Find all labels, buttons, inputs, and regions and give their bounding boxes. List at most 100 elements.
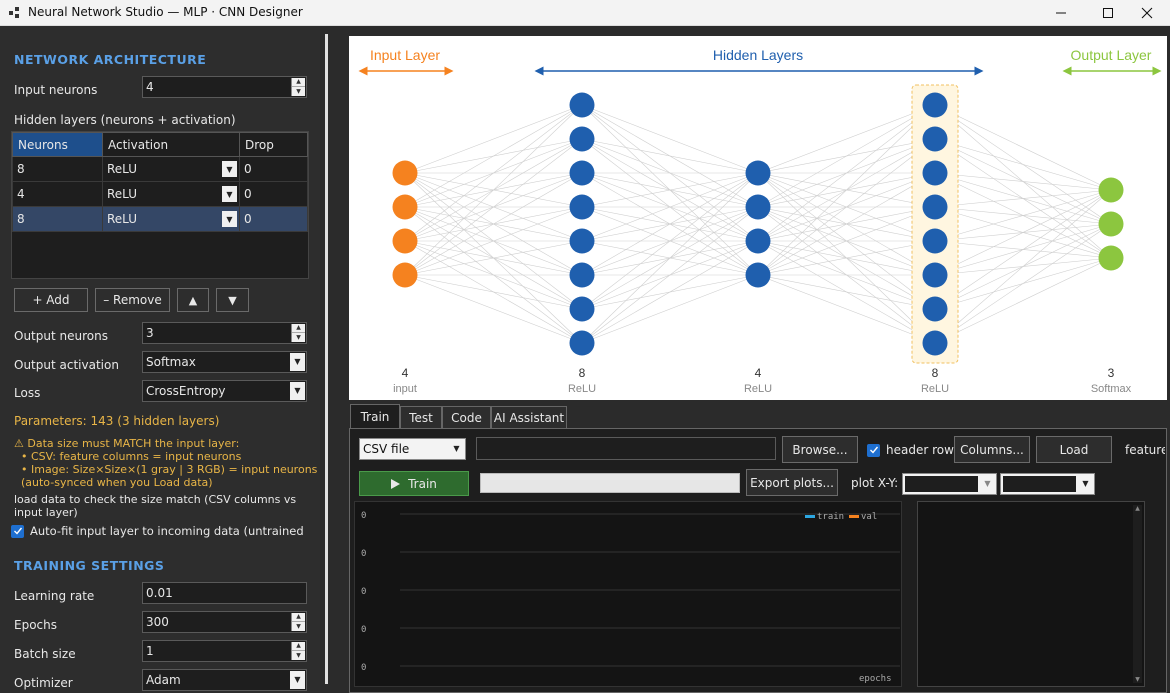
connection-line <box>934 257 1112 344</box>
y-tick-label: 0 <box>361 549 366 559</box>
train-button-label: Train <box>408 476 437 491</box>
neurons-column-header[interactable]: Neurons <box>12 132 103 157</box>
hidden-neuron <box>569 160 595 186</box>
output-activation-select[interactable]: Softmax ▼ <box>142 351 307 373</box>
chevron-down-icon[interactable]: ▼ <box>290 353 305 371</box>
hidden-layers-grid[interactable]: Neurons Activation Drop 8 ReLU ▼ 0 4 ReLU… <box>11 131 309 279</box>
input-neurons-spin[interactable]: ▲ ▼ <box>291 78 305 96</box>
batch-size-spin[interactable]: ▲ ▼ <box>291 642 305 660</box>
activation-column-header[interactable]: Activation <box>102 132 240 157</box>
chevron-down-icon[interactable]: ▼ <box>222 211 237 227</box>
neurons-cell[interactable]: 8 <box>12 156 103 182</box>
drop-column-header[interactable]: Drop <box>239 132 308 157</box>
columns-button[interactable]: Columns... <box>954 436 1030 463</box>
neurons-cell[interactable]: 4 <box>12 181 103 207</box>
autofit-checkbox[interactable] <box>11 524 24 538</box>
browse-button[interactable]: Browse... <box>782 436 858 463</box>
optimizer-select[interactable]: Adam ▼ <box>142 669 307 691</box>
input-layer-header: Input Layer <box>370 47 440 63</box>
table-row[interactable]: 8 ReLU ▼ 0 <box>12 206 308 232</box>
xy-plot-scrollbar[interactable]: ▲ ▼ <box>1133 505 1142 683</box>
connection-line <box>404 104 583 174</box>
hidden-neuron <box>922 262 948 288</box>
output-neurons-stepper[interactable]: 3 ▲ ▼ <box>142 322 307 344</box>
connection-line <box>934 172 1112 191</box>
learning-rate-input[interactable]: 0.01 <box>142 582 307 604</box>
chevron-down-icon[interactable]: ▼ <box>449 440 464 458</box>
export-plots-button[interactable]: Export plots... <box>746 469 838 496</box>
hidden-neuron <box>745 228 771 254</box>
chevron-down-icon[interactable]: ▼ <box>222 161 237 177</box>
connection-line <box>934 189 1112 242</box>
tab-ai-assistant[interactable]: AI Assistant <box>491 406 567 428</box>
add-layer-button[interactable]: + Add <box>14 288 88 312</box>
connection-line <box>581 172 759 344</box>
drop-cell[interactable]: 0 <box>239 156 308 182</box>
tab-test[interactable]: Test <box>400 406 442 428</box>
activation-cell[interactable]: ReLU ▼ <box>102 181 240 207</box>
connection-line <box>757 104 936 174</box>
hidden-neuron <box>922 330 948 356</box>
input-neurons-stepper[interactable]: 4 ▲ ▼ <box>142 76 307 98</box>
input-neurons-label: Input neurons <box>14 83 98 97</box>
tab-train[interactable]: Train <box>350 404 400 428</box>
header-row-checkbox[interactable] <box>867 443 880 457</box>
layer-count-label: 4 <box>402 366 409 380</box>
data-path-input[interactable] <box>476 437 776 460</box>
chevron-down-icon[interactable]: ▼ <box>1078 475 1093 493</box>
epochs-stepper[interactable]: 300 ▲ ▼ <box>142 611 307 633</box>
remove-layer-button[interactable]: – Remove <box>95 288 170 312</box>
scroll-up-icon[interactable]: ▲ <box>1133 505 1142 512</box>
close-button[interactable] <box>1124 0 1170 26</box>
minimize-button[interactable] <box>1038 0 1084 26</box>
chevron-down-icon[interactable]: ▼ <box>290 382 305 400</box>
plot-x-value <box>905 476 978 492</box>
table-row[interactable]: 4 ReLU ▼ 0 <box>12 181 308 207</box>
chevron-down-icon[interactable]: ▼ <box>222 186 237 202</box>
drop-cell[interactable]: 0 <box>239 181 308 207</box>
spin-down-icon[interactable]: ▼ <box>292 651 305 660</box>
train-button[interactable]: Train <box>359 471 469 496</box>
chevron-down-icon[interactable]: ▼ <box>290 671 305 689</box>
move-up-button[interactable]: ▲ <box>177 288 209 312</box>
output-neurons-spin[interactable]: ▲ ▼ <box>291 324 305 342</box>
spin-down-icon[interactable]: ▼ <box>292 87 305 96</box>
header-row-checkbox-row[interactable]: header row <box>867 443 954 457</box>
hidden-neuron <box>569 262 595 288</box>
scrollbar-thumb[interactable] <box>325 34 328 684</box>
table-row[interactable]: 8 ReLU ▼ 0 <box>12 156 308 182</box>
sidebar-scrollbar[interactable] <box>320 26 348 693</box>
neurons-cell[interactable]: 8 <box>12 206 103 232</box>
load-data-button[interactable]: Load <box>1036 436 1112 463</box>
output-neuron <box>1098 211 1124 237</box>
tab-code[interactable]: Code <box>442 406 491 428</box>
features-label: feature <box>1125 443 1165 457</box>
hidden-neuron <box>745 262 771 288</box>
connection-line <box>404 274 583 344</box>
autofit-checkbox-row[interactable]: Auto-fit input layer to incoming data (u… <box>11 524 304 538</box>
batch-size-stepper[interactable]: 1 ▲ ▼ <box>142 640 307 662</box>
layer-activation-label: ReLU <box>921 383 949 395</box>
batch-size-label: Batch size <box>14 647 76 661</box>
app-icon <box>9 7 19 18</box>
spin-down-icon[interactable]: ▼ <box>292 622 305 631</box>
plot-y-select[interactable]: ▼ <box>1000 473 1095 495</box>
chevron-down-icon[interactable]: ▼ <box>980 475 995 493</box>
epochs-spin[interactable]: ▲ ▼ <box>291 613 305 631</box>
loss-select[interactable]: CrossEntropy ▼ <box>142 380 307 402</box>
plot-x-select[interactable]: ▼ <box>902 473 997 495</box>
data-source-select[interactable]: CSV file ▼ <box>359 438 466 460</box>
xy-plot-area: ▲ ▼ <box>917 501 1145 687</box>
drop-cell[interactable]: 0 <box>239 206 308 232</box>
input-neuron <box>392 160 418 186</box>
connection-line <box>581 240 759 344</box>
move-down-button[interactable]: ▼ <box>216 288 249 312</box>
size-warning-line: • Image: Size×Size×(1 gray | 3 RGB) = in… <box>14 463 318 476</box>
hidden-layers-header: Hidden Layers <box>713 47 803 63</box>
activation-cell[interactable]: ReLU ▼ <box>102 206 240 232</box>
size-warning-line: (auto-synced when you Load data) <box>14 476 213 489</box>
scroll-down-icon[interactable]: ▼ <box>1133 676 1142 683</box>
spin-down-icon[interactable]: ▼ <box>292 333 305 342</box>
connection-line <box>404 104 583 276</box>
activation-cell[interactable]: ReLU ▼ <box>102 156 240 182</box>
